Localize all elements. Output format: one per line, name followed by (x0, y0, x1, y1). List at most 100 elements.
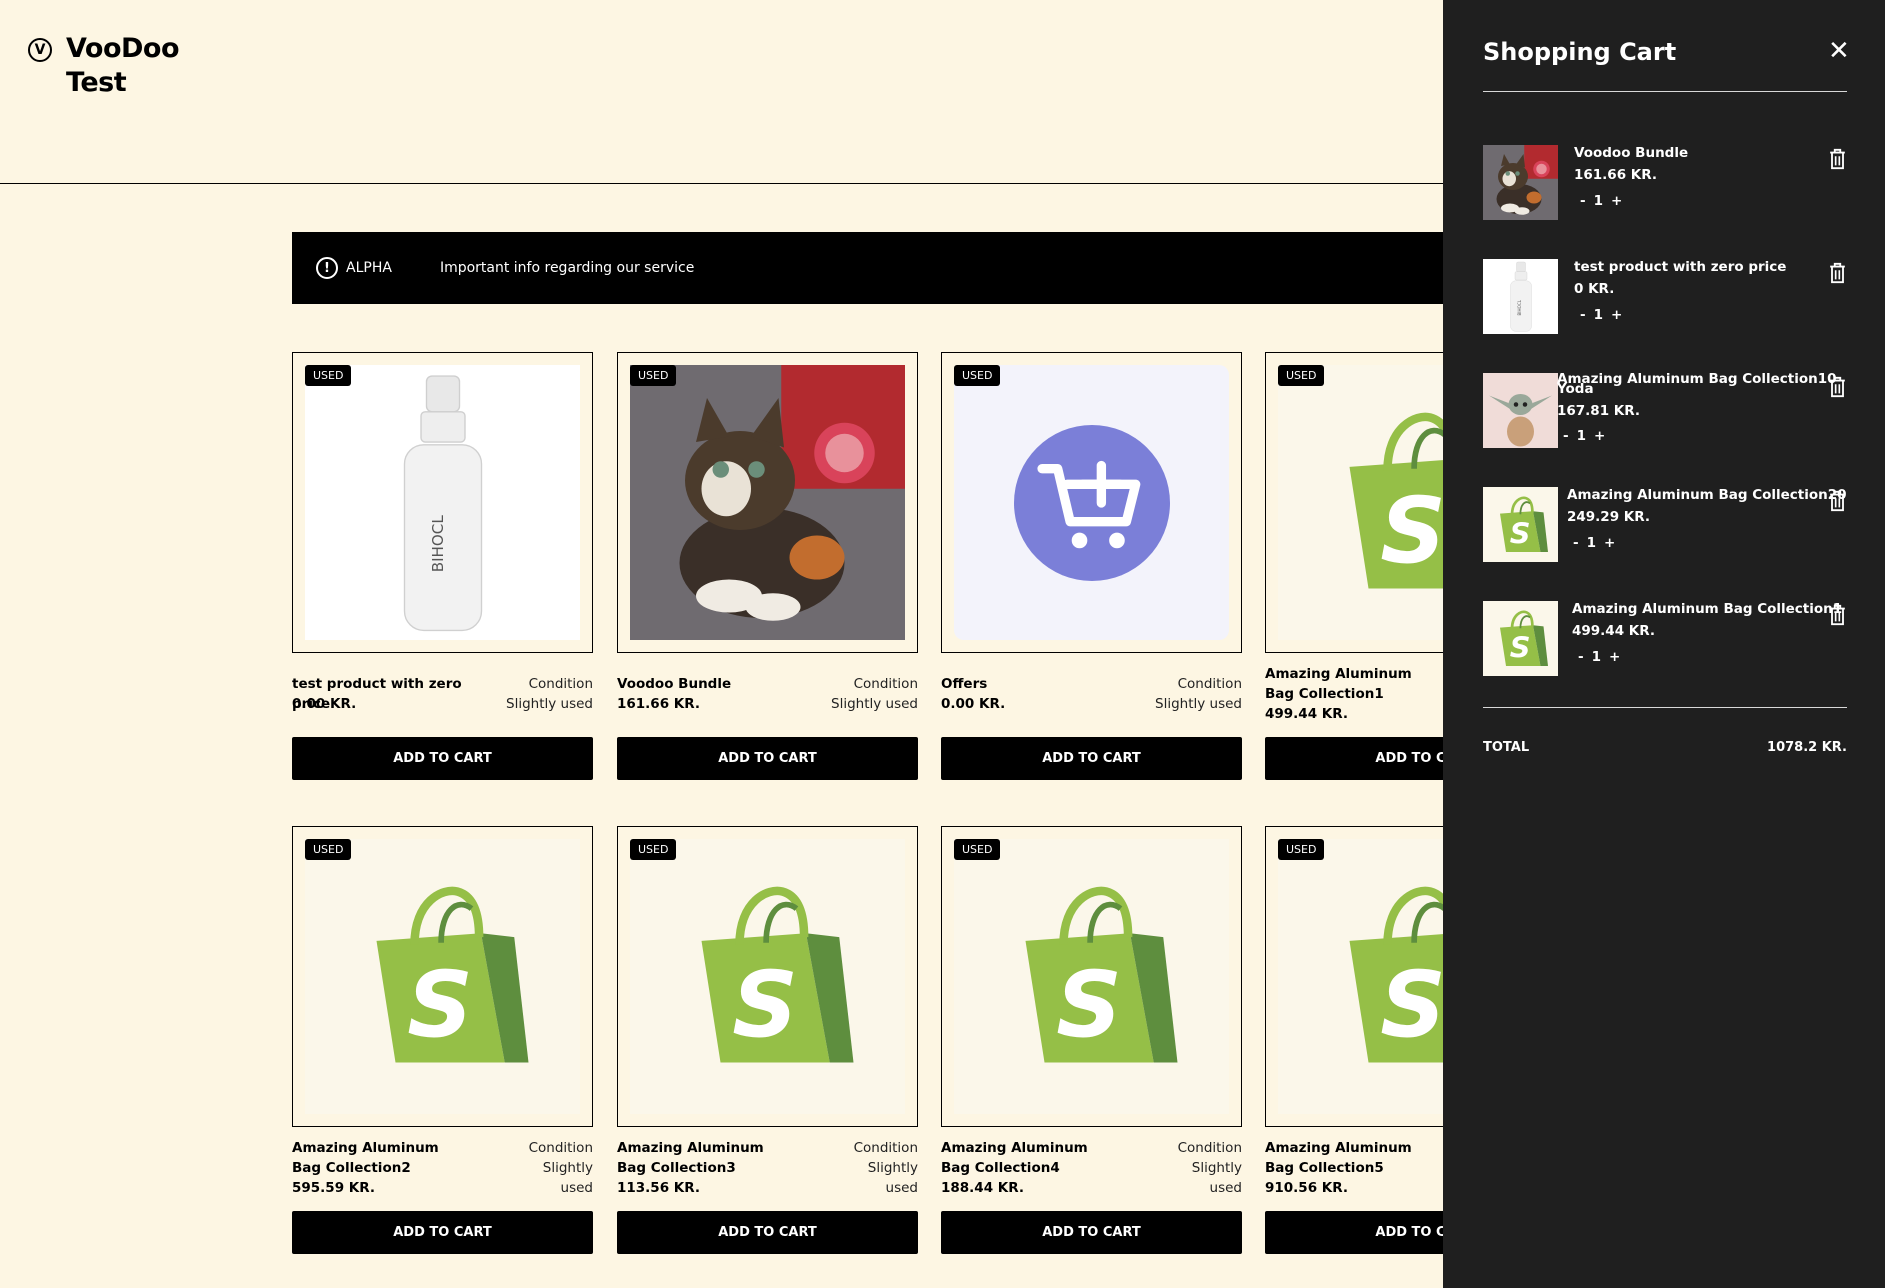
condition-value: Slightly used (1191, 1160, 1242, 1196)
product-price: 499.44 KR. (1265, 706, 1349, 722)
cart-item-name[interactable]: Voodoo Bundle (1574, 145, 1688, 161)
cart-item-price: 499.44 KR. (1572, 623, 1656, 639)
product-card[interactable]: USED Amazing Aluminum Bag Collection3 11… (617, 826, 918, 1254)
shopify-bag-thumbnail (1483, 487, 1558, 562)
condition-value: Slightly used (831, 696, 918, 712)
quantity-value: 1 (1591, 649, 1602, 665)
product-name[interactable]: Amazing Aluminum Bag Collection5 (1265, 1138, 1435, 1178)
increase-button[interactable]: + (1594, 428, 1605, 444)
quantity-value: 1 (1593, 307, 1604, 323)
product-name[interactable]: Offers (941, 674, 1141, 694)
quantity-stepper: -1 + (1580, 193, 1630, 209)
product-image-frame[interactable]: USED (292, 826, 593, 1127)
product-name[interactable]: Amazing Aluminum Bag Collection1 (1265, 664, 1435, 704)
decrease-button[interactable]: - (1563, 428, 1569, 444)
quantity-value: 1 (1593, 193, 1604, 209)
increase-button[interactable]: + (1611, 193, 1622, 209)
trash-icon[interactable] (1828, 262, 1847, 284)
cart-total-value: 1078.2 KR. (1767, 740, 1847, 755)
used-badge: USED (630, 839, 677, 860)
cart-item-price: 249.29 KR. (1567, 509, 1651, 525)
add-to-cart-button[interactable]: ADD TO CART (941, 1211, 1242, 1254)
product-price: 910.56 KR. (1265, 1180, 1349, 1196)
close-icon[interactable]: ✕ (1828, 36, 1850, 66)
condition-label: Condition (528, 676, 593, 692)
brand-name-line2: Test (66, 67, 127, 98)
add-to-cart-button[interactable]: ADD TO CART (292, 1211, 593, 1254)
quantity-stepper: -1 + (1578, 649, 1628, 665)
brand-name-line1: VooDoo (66, 33, 180, 64)
product-price: 188.44 KR. (941, 1180, 1025, 1196)
product-image-frame[interactable]: USED (617, 352, 918, 653)
site-header: V VooDoo Test (0, 0, 1443, 184)
product-card[interactable]: USED test product with zero price 0.00 K… (292, 352, 593, 780)
cart-item-price: 161.66 KR. (1574, 167, 1658, 183)
condition-label: Condition (853, 1140, 918, 1156)
product-card[interactable]: USED Offers 0.00 KR. Condition Slightly … (941, 352, 1242, 780)
spray-bottle-thumbnail (1483, 259, 1558, 334)
decrease-button[interactable]: - (1573, 535, 1579, 551)
trash-icon[interactable] (1828, 376, 1847, 398)
product-name[interactable]: Amazing Aluminum Bag Collection2 (292, 1138, 462, 1178)
condition-value: Slightly used (506, 696, 593, 712)
quantity-stepper: -1 + (1580, 307, 1630, 323)
product-image-frame[interactable]: USED (941, 352, 1242, 653)
add-to-cart-button[interactable]: ADD TO CART (617, 1211, 918, 1254)
shopify-bag-icon (954, 839, 1229, 1114)
shopping-cart-drawer: Shopping Cart ✕ Voodoo Bundle 161.66 KR.… (1443, 0, 1885, 1288)
cart-item-price: 167.81 KR. (1557, 403, 1641, 419)
used-badge: USED (954, 839, 1001, 860)
condition-value: Slightly used (542, 1160, 593, 1196)
trash-icon[interactable] (1828, 148, 1847, 170)
product-price: 595.59 KR. (292, 1180, 376, 1196)
increase-button[interactable]: + (1604, 535, 1615, 551)
product-name[interactable]: Amazing Aluminum Bag Collection3 (617, 1138, 787, 1178)
logo-mark-icon: V (28, 38, 52, 62)
product-image-frame[interactable]: USED (617, 826, 918, 1127)
cart-plus-icon (954, 365, 1229, 640)
quantity-value: 1 (1576, 428, 1587, 444)
condition-value: Slightly used (1155, 696, 1242, 712)
condition-label: Condition (528, 1140, 593, 1156)
cart-item-name[interactable]: Amazing Aluminum Bag Collection10 (1557, 371, 1837, 387)
product-card[interactable]: USED Voodoo Bundle 161.66 KR. Condition … (617, 352, 918, 780)
cart-item: Amazing Aluminum Bag Collection20 249.29… (1483, 487, 1847, 562)
cart-item-name[interactable]: Amazing Aluminum Bag Collection1 (1572, 601, 1842, 617)
banner-tag: ALPHA (346, 260, 392, 276)
product-image-frame[interactable]: USED (292, 352, 593, 653)
cart-item: Voodoo Bundle 161.66 KR. -1 + (1483, 145, 1847, 220)
decrease-button[interactable]: - (1580, 193, 1586, 209)
add-to-cart-button[interactable]: ADD TO CART (941, 737, 1242, 780)
product-name[interactable]: Voodoo Bundle (617, 674, 817, 694)
product-card[interactable]: USED Amazing Aluminum Bag Collection4 18… (941, 826, 1242, 1254)
kitten-thumbnail (1483, 145, 1558, 220)
used-badge: USED (305, 839, 352, 860)
shopify-bag-icon (630, 839, 905, 1114)
cart-item-name[interactable]: test product with zero price (1574, 259, 1786, 275)
alert-icon: ! (316, 257, 338, 279)
cart-item: Amazing Aluminum Bag Collection1 499.44 … (1483, 601, 1847, 676)
product-card[interactable]: USED Amazing Aluminum Bag Collection2 59… (292, 826, 593, 1254)
shopify-bag-icon (305, 839, 580, 1114)
decrease-button[interactable]: - (1578, 649, 1584, 665)
add-to-cart-button[interactable]: ADD TO CART (617, 737, 918, 780)
product-image-frame[interactable]: USED (941, 826, 1242, 1127)
used-badge: USED (1278, 839, 1325, 860)
brand-logo[interactable]: V VooDoo Test (28, 32, 180, 100)
decrease-button[interactable]: - (1580, 307, 1586, 323)
cart-item: Amazing Aluminum Bag Collection10 Yoda 1… (1483, 371, 1847, 448)
trash-icon[interactable] (1828, 490, 1847, 512)
cart-item-name[interactable]: Amazing Aluminum Bag Collection20 (1567, 487, 1847, 503)
condition-label: Condition (1177, 1140, 1242, 1156)
condition-value: Slightly used (867, 1160, 918, 1196)
product-name[interactable]: Amazing Aluminum Bag Collection4 (941, 1138, 1111, 1178)
add-to-cart-button[interactable]: ADD TO CART (292, 737, 593, 780)
product-price: 161.66 KR. (617, 696, 701, 712)
increase-button[interactable]: + (1611, 307, 1622, 323)
used-badge: USED (630, 365, 677, 386)
increase-button[interactable]: + (1609, 649, 1620, 665)
used-badge: USED (954, 365, 1001, 386)
trash-icon[interactable] (1828, 604, 1847, 626)
cart-item: test product with zero price 0 KR. -1 + (1483, 259, 1847, 334)
condition-label: Condition (853, 676, 918, 692)
